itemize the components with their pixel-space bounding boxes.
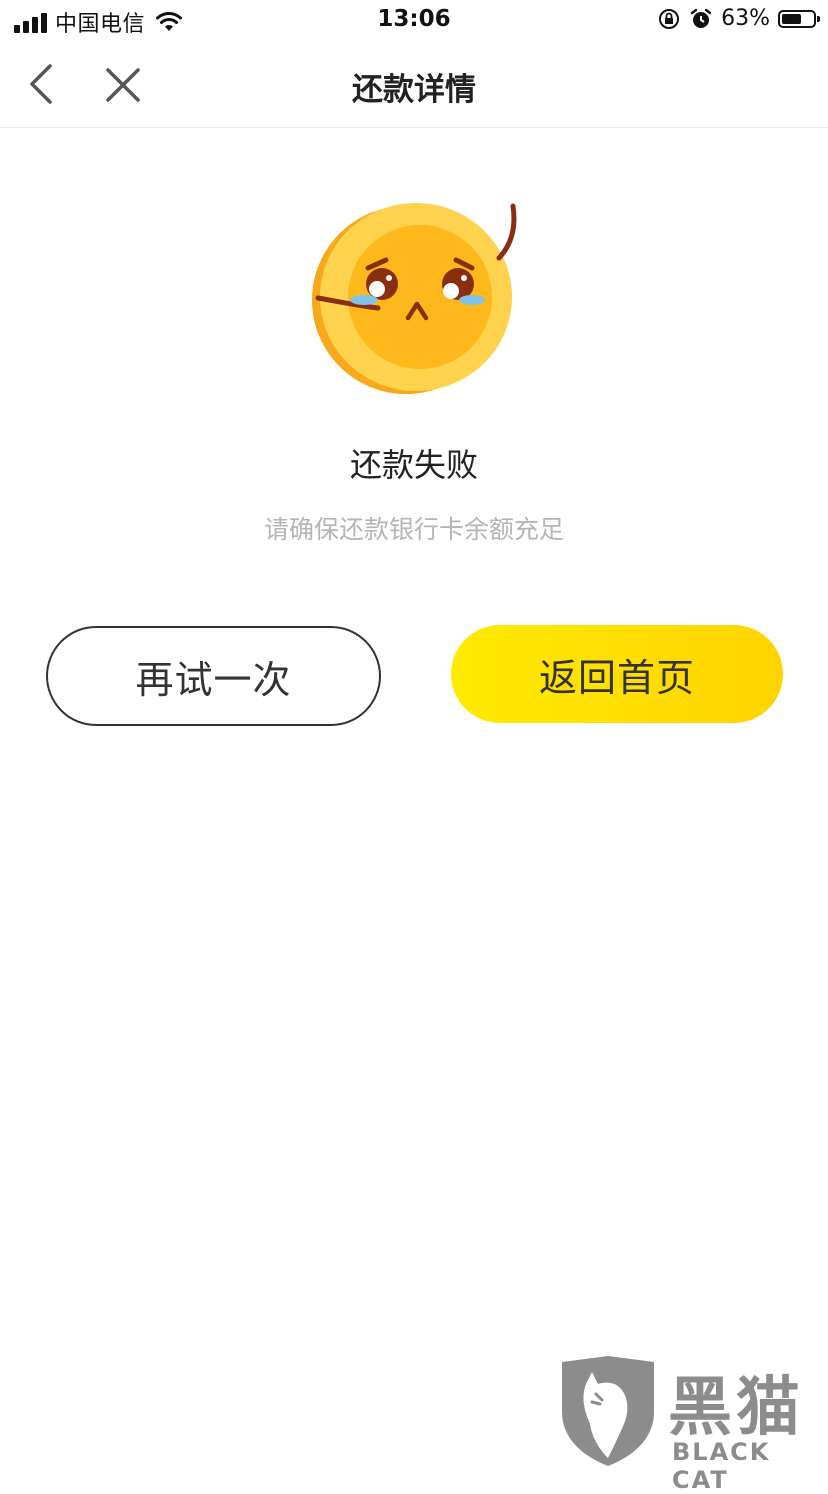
status-right: 63% [657,6,820,31]
page-title: 还款详情 [352,72,476,108]
watermark-text: 黑猫 [668,1371,804,1445]
result-title: 还款失败 [349,446,478,484]
retry-button[interactable]: 再试一次 [46,626,381,726]
home-button[interactable]: 返回首页 [451,625,783,723]
watermark-subtext: BLACK CAT [672,1438,771,1494]
black-cat-logo-icon [562,1356,654,1466]
battery-percent: 63% [721,6,770,31]
crying-coin-icon [312,203,517,394]
result-subtitle: 请确保还款银行卡余额充足 [263,515,564,544]
orientation-lock-icon [659,8,680,29]
watermark: 黑猫 BLACK CAT [556,1354,828,1494]
battery-icon [778,9,820,28]
status-bar: 中国电信 13:06 63% [0,0,828,42]
nav-bar: 还款详情 [0,42,828,128]
alarm-icon [690,8,712,28]
battery-fill [782,13,801,24]
